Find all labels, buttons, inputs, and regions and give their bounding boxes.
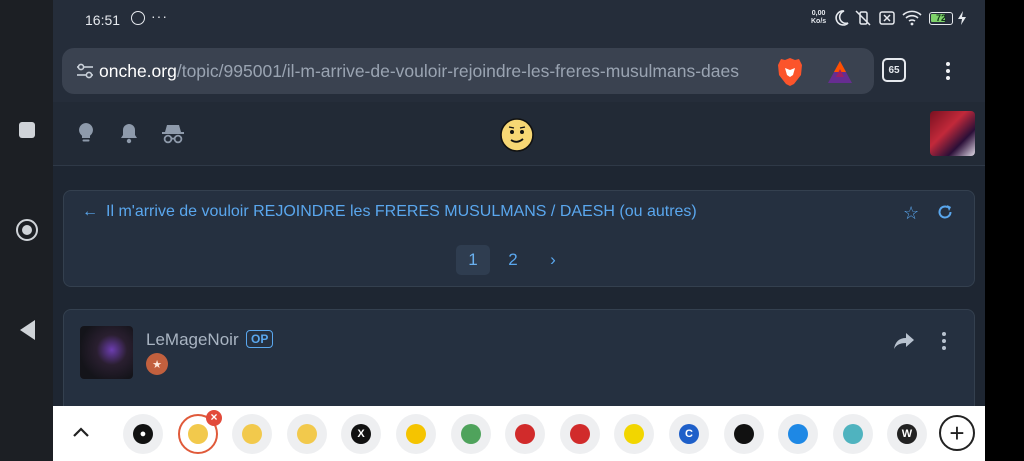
- bookmarks-bar: ● × X C W +: [53, 406, 985, 461]
- yellow-bookmark-favicon: [624, 424, 644, 444]
- x-bookmark[interactable]: X: [341, 414, 381, 454]
- browser-menu-button[interactable]: [937, 60, 959, 82]
- vibrate-off-icon: [855, 10, 871, 26]
- status-bar: 16:51 ··· 0,00 Ko/s 72: [53, 0, 985, 40]
- lightbulb-icon[interactable]: [78, 122, 94, 144]
- yellow-dot-bookmark-favicon: [406, 424, 426, 444]
- net-speed-value: 0,00: [811, 10, 826, 17]
- recents-button[interactable]: [12, 115, 42, 145]
- home-button[interactable]: [12, 215, 42, 245]
- pagination: 1 2 ›: [456, 245, 570, 275]
- yellow-bookmark[interactable]: [614, 414, 654, 454]
- onche-bookmark-1-favicon: [188, 424, 208, 444]
- clock: 16:51: [85, 12, 121, 28]
- onche-bookmark-2-favicon: [242, 424, 262, 444]
- incognito-icon[interactable]: [161, 122, 185, 144]
- battery-level: 72: [935, 13, 946, 23]
- op-badge: OP: [246, 330, 274, 348]
- green-bookmark[interactable]: [451, 414, 491, 454]
- onche-bookmark-2[interactable]: [232, 414, 272, 454]
- onche-bookmark-3-favicon: [297, 424, 317, 444]
- topic-header-card: ← Il m'arrive de vouloir REJOINDRE les FR…: [63, 190, 975, 287]
- cyan-bookmark[interactable]: [833, 414, 873, 454]
- link-bookmark-favicon: [788, 424, 808, 444]
- more-notifications-icon: ···: [151, 8, 168, 24]
- browser-toolbar: onche.org/topic/995001/il-m-arrive-de-vo…: [53, 40, 985, 102]
- chess-bookmark[interactable]: [724, 414, 764, 454]
- topic-title: Il m'arrive de vouloir REJOINDRE les FRE…: [106, 203, 697, 220]
- onche-bookmark-1[interactable]: ×: [178, 410, 222, 454]
- tab-switcher-button[interactable]: 65: [882, 58, 906, 82]
- whatsapp-icon: [131, 11, 145, 25]
- page-2-button[interactable]: 2: [496, 245, 530, 275]
- site-settings-icon[interactable]: [76, 63, 94, 79]
- next-page-button[interactable]: ›: [536, 245, 570, 275]
- refresh-icon[interactable]: [937, 204, 953, 220]
- c-bookmark-favicon: C: [679, 424, 699, 444]
- yellow-dot-bookmark[interactable]: [396, 414, 436, 454]
- star-icon[interactable]: ☆: [903, 203, 919, 224]
- site-header: [53, 102, 985, 166]
- bell-icon[interactable]: [119, 122, 139, 144]
- rank-badge-icon: ★: [146, 353, 168, 375]
- brave-shields-icon[interactable]: [776, 57, 804, 87]
- x-bookmark-favicon: X: [351, 424, 371, 444]
- brave-rewards-icon[interactable]: [826, 59, 854, 85]
- onche-smiley-logo[interactable]: [500, 118, 534, 152]
- red-shield-bookmark-2-favicon: [570, 424, 590, 444]
- dismissed-notification-icon: [879, 11, 895, 25]
- net-speed-unit: Ko/s: [811, 18, 827, 25]
- add-bookmark-button[interactable]: +: [939, 415, 975, 451]
- red-shield-bookmark-1[interactable]: [505, 414, 545, 454]
- remove-bookmark-icon[interactable]: ×: [206, 410, 222, 426]
- share-icon[interactable]: [893, 332, 915, 350]
- post-author-name[interactable]: LeMageNoir: [146, 330, 239, 350]
- globe-bookmark-favicon: ●: [133, 424, 153, 444]
- wikipedia-bookmark[interactable]: W: [887, 414, 927, 454]
- back-button[interactable]: [12, 315, 42, 345]
- red-shield-bookmark-1-favicon: [515, 424, 535, 444]
- link-bookmark[interactable]: [778, 414, 818, 454]
- green-bookmark-favicon: [461, 424, 481, 444]
- c-bookmark[interactable]: C: [669, 414, 709, 454]
- url-path: /topic/995001/il-m-arrive-de-vouloir-rej…: [176, 61, 739, 81]
- screen-edge: [985, 0, 1024, 461]
- red-shield-bookmark-2[interactable]: [560, 414, 600, 454]
- post-author-avatar[interactable]: [80, 326, 133, 379]
- post-menu-icon[interactable]: [940, 332, 948, 350]
- onche-bookmark-3[interactable]: [287, 414, 327, 454]
- system-nav-bar: [0, 0, 53, 461]
- browser-screen: 16:51 ··· 0,00 Ko/s 72 onche.org/topic/9…: [53, 0, 985, 461]
- address-bar[interactable]: onche.org/topic/995001/il-m-arrive-de-vo…: [62, 48, 874, 94]
- user-avatar[interactable]: [930, 111, 975, 156]
- battery-indicator: 72: [929, 12, 953, 25]
- moon-icon: [835, 10, 849, 26]
- charging-icon: [958, 11, 966, 25]
- chevron-up-icon[interactable]: [69, 420, 93, 444]
- url-host: onche.org: [99, 61, 177, 81]
- network-speed: 0,00 Ko/s: [811, 10, 826, 26]
- page-1-button[interactable]: 1: [456, 245, 490, 275]
- wifi-icon: [902, 10, 922, 26]
- topic-title-link[interactable]: ← Il m'arrive de vouloir REJOINDRE les FR…: [82, 203, 697, 221]
- url-text[interactable]: onche.org/topic/995001/il-m-arrive-de-vo…: [99, 61, 767, 82]
- globe-bookmark[interactable]: ●: [123, 414, 163, 454]
- cyan-bookmark-favicon: [843, 424, 863, 444]
- wikipedia-bookmark-favicon: W: [897, 424, 917, 444]
- chess-bookmark-favicon: [734, 424, 754, 444]
- back-arrow-icon: ←: [82, 203, 98, 220]
